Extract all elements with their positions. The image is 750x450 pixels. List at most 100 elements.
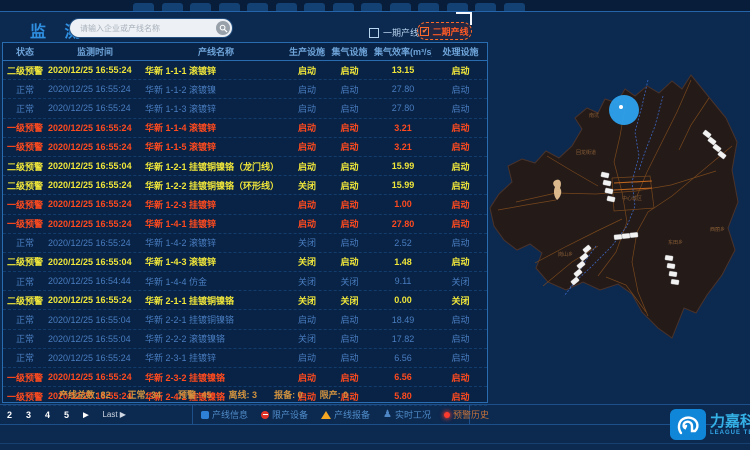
cell-status: 正常 (3, 332, 47, 345)
cell-status: 正常 (3, 351, 47, 364)
nav-button-stub[interactable] (190, 3, 211, 11)
factory-cluster-marker[interactable] (630, 232, 638, 238)
table-row[interactable]: 正常2020/12/25 16:54:44华新 1-4-4 仿金关闭关闭9.11… (3, 272, 487, 291)
cell-gas: 启动 (325, 351, 374, 364)
cell-line: 华新 1-1-5 滚镀锌 (143, 140, 289, 153)
cell-line: 华新 1-4-3 滚镀锌 (143, 255, 289, 268)
factory-cluster-marker[interactable] (667, 263, 676, 269)
search-icon (219, 24, 228, 33)
alert-dot-icon (444, 412, 450, 418)
search-button[interactable] (216, 21, 230, 35)
cell-line: 华新 1-4-4 仿金 (143, 275, 289, 288)
page-button[interactable]: 5 (64, 410, 69, 420)
cell-gas: 启动 (325, 102, 374, 115)
cell-prod: 启动 (289, 121, 325, 134)
table-row[interactable]: 二级预警2020/12/25 16:55:04华新 1-2-1 挂镀铜镍铬（龙门… (3, 157, 487, 176)
table-row[interactable]: 正常2020/12/25 16:55:24华新 1-1-2 滚镀镍启动启动27.… (3, 80, 487, 99)
table-row[interactable]: 正常2020/12/25 16:55:24华新 2-3-1 挂镀锌启动启动6.5… (3, 349, 487, 368)
factory-cluster-marker[interactable] (622, 233, 630, 239)
legend-item-person[interactable]: ♟实时工况 (383, 408, 431, 421)
cell-prod: 关闭 (289, 294, 325, 307)
cell-prod: 启动 (289, 160, 325, 173)
legend-item-alert-dot[interactable]: 预警历史 (444, 408, 489, 421)
table-row[interactable]: 正常2020/12/25 16:55:04华新 2-2-2 滚镀镍铬关闭启动17… (3, 330, 487, 349)
next-page-button[interactable]: ▶ (83, 411, 88, 419)
nav-button-stub[interactable] (162, 3, 183, 11)
cell-time: 2020/12/25 16:55:24 (47, 199, 143, 209)
page-button[interactable]: 4 (45, 410, 50, 420)
cell-prod: 关闭 (289, 332, 325, 345)
nav-button-stub[interactable] (247, 3, 268, 11)
factory-cluster-marker[interactable] (665, 255, 674, 261)
cell-line: 华新 2-3-2 挂镀镍铬 (143, 371, 289, 384)
cell-gas: 启动 (325, 179, 374, 192)
cell-eff: 27.80 (374, 103, 432, 113)
table-row[interactable]: 二级预警2020/12/25 16:55:24华新 1-1-1 滚镀锌启动启动1… (3, 61, 487, 80)
cell-status: 一级预警 (3, 121, 47, 134)
nav-button-stub[interactable] (475, 3, 496, 11)
cell-line: 华新 1-2-3 挂镀锌 (143, 198, 289, 211)
summary-item: 限产: 0 (320, 388, 349, 401)
page-button[interactable]: 3 (26, 410, 31, 420)
map-place-label: 回龙街道 (576, 149, 596, 156)
nav-button-stub[interactable] (418, 3, 439, 11)
nav-button-stub[interactable] (447, 3, 468, 11)
table-row[interactable]: 一级预警2020/12/25 16:55:24华新 1-2-3 挂镀锌启动启动1… (3, 195, 487, 214)
factory-cluster-marker[interactable] (669, 271, 678, 277)
cell-gas: 启动 (325, 313, 374, 326)
legend-item-no-entry-circle[interactable]: 限产设备 (261, 408, 308, 421)
cell-gas: 启动 (325, 83, 374, 96)
nav-button-stub[interactable] (304, 3, 325, 11)
legend-item-warning-triangle[interactable]: 产线报备 (321, 408, 370, 421)
cell-treat: 启动 (432, 160, 489, 173)
summary-item: 离线: 3 (229, 388, 258, 401)
legend-item-info-square[interactable]: 产线信息 (201, 408, 248, 421)
cell-time: 2020/12/25 16:55:24 (47, 238, 143, 248)
logo-text: 力嘉科技 LEAGUE TECH (710, 414, 750, 436)
cell-eff: 6.56 (374, 372, 432, 382)
cell-status: 一级预警 (3, 217, 47, 230)
last-page-button[interactable]: Last ▶ (102, 410, 126, 419)
cell-time: 2020/12/25 16:55:04 (47, 315, 143, 325)
table-row[interactable]: 二级预警2020/12/25 16:55:24华新 2-1-1 挂镀铜镍铬关闭关… (3, 291, 487, 310)
nav-button-stub[interactable] (133, 3, 154, 11)
table-row[interactable]: 二级预警2020/12/25 16:55:24华新 1-2-2 挂镀铜镍铬（环形… (3, 176, 487, 195)
cell-gas: 关闭 (325, 275, 374, 288)
cell-time: 2020/12/25 16:55:24 (47, 142, 143, 152)
cell-eff: 3.21 (374, 123, 432, 133)
legend-label: 产线报备 (334, 408, 370, 421)
nav-button-stub[interactable] (333, 3, 354, 11)
summary-row: 产线总数: 82正常: 34预警: 45离线: 3报备: 0限产: 0 (3, 387, 487, 402)
factory-cluster-marker[interactable] (614, 234, 622, 240)
nav-button-stub[interactable] (390, 3, 411, 11)
nav-button-stub[interactable] (219, 3, 240, 11)
table-row[interactable]: 正常2020/12/25 16:55:24华新 1-1-3 滚镀锌启动启动27.… (3, 99, 487, 118)
cell-line: 华新 2-2-1 挂镀铜镍铬 (143, 313, 289, 326)
table-row[interactable]: 一级预警2020/12/25 16:55:24华新 1-4-1 挂镀锌启动启动2… (3, 215, 487, 234)
cell-eff: 17.82 (374, 334, 432, 344)
table-row[interactable]: 二级预警2020/12/25 16:55:04华新 1-4-3 滚镀锌关闭启动1… (3, 253, 487, 272)
summary-item: 产线总数: 82 (59, 388, 111, 401)
table-row[interactable]: 正常2020/12/25 16:55:04华新 2-2-1 挂镀铜镍铬启动启动1… (3, 310, 487, 329)
cell-status: 二级预警 (3, 160, 47, 173)
table-row[interactable]: 一级预警2020/12/25 16:55:24华新 1-1-5 滚镀锌启动启动3… (3, 138, 487, 157)
blue-cluster-marker[interactable] (609, 95, 639, 125)
district-map[interactable]: 南坑回龙街道中心城区西丽乡岗山乡东田乡 (486, 50, 750, 358)
phase1-checkbox[interactable]: 一期产线 (369, 26, 419, 39)
factory-cluster-marker[interactable] (671, 279, 680, 285)
cell-treat: 启动 (432, 313, 489, 326)
search-input[interactable] (70, 24, 216, 33)
table-row[interactable]: 一级预警2020/12/25 16:55:24华新 2-3-2 挂镀镍铬启动启动… (3, 368, 487, 387)
cell-treat: 启动 (432, 332, 489, 345)
table-row[interactable]: 正常2020/12/25 16:55:24华新 1-4-2 滚镀锌关闭启动2.5… (3, 234, 487, 253)
nav-button-stub[interactable] (361, 3, 382, 11)
cell-status: 正常 (3, 313, 47, 326)
nav-button-stub[interactable] (276, 3, 297, 11)
page-button[interactable]: 2 (7, 410, 12, 420)
cell-eff: 27.80 (374, 84, 432, 94)
cell-prod: 启动 (289, 371, 325, 384)
nav-button-stub[interactable] (504, 3, 525, 11)
table-row[interactable]: 一级预警2020/12/25 16:55:24华新 1-1-4 滚镀锌启动启动3… (3, 119, 487, 138)
cell-treat: 关闭 (432, 294, 489, 307)
warning-triangle-icon (321, 411, 331, 419)
